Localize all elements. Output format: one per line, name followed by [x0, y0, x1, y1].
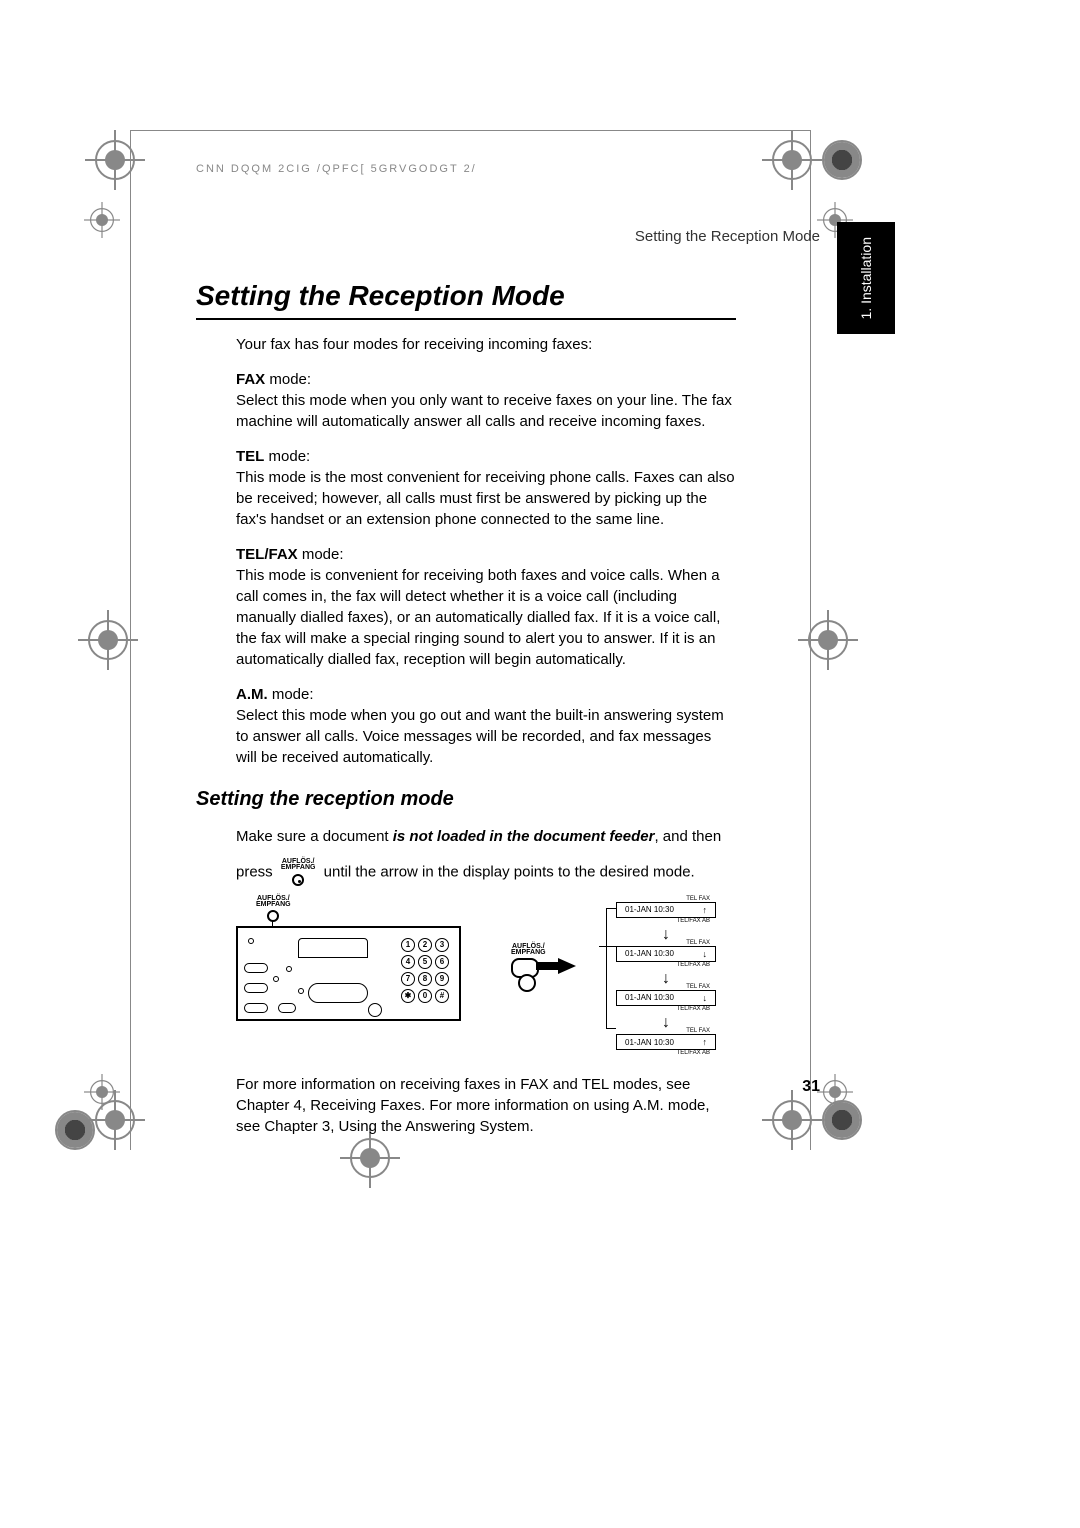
instruction: press AUFLÖS./ EMPFANG until the arrow i… [236, 859, 736, 886]
display-state: TEL FAX 01-JAN 10:30 ↓ TEL/FAX AB [616, 984, 716, 1012]
registration-mark [772, 140, 812, 180]
mode-desc: This mode is the most convenient for rec… [236, 469, 735, 528]
display-date: 01-JAN 10:30 [625, 905, 674, 914]
mode-desc: Select this mode when you only want to r… [236, 392, 732, 430]
button-label-icon: AUFLÖS./ EMPFANG [281, 859, 316, 886]
connector [599, 946, 616, 947]
arrow-right-icon [558, 958, 576, 974]
fax-device-icon: 1 2 3 4 5 6 7 8 9 ✱ 0 # [236, 926, 461, 1021]
key: 4 [401, 955, 415, 969]
am-mode: A.M. mode: Select this mode when you go … [236, 684, 736, 768]
registration-mark [90, 208, 114, 232]
btn-text-2: EMPFANG [281, 864, 316, 871]
registration-mark [808, 620, 848, 660]
registration-mark [90, 1080, 114, 1104]
instr-text: Make sure a document [236, 828, 393, 845]
display-arrow: ↓ [703, 949, 708, 959]
down-arrow-icon: ↓ [616, 1017, 716, 1028]
fax-mode: FAX mode: Select this mode when you only… [236, 369, 736, 432]
telfax-mode: TEL/FAX mode: This mode is convenient fo… [236, 544, 736, 670]
running-header: Setting the Reception Mode [635, 228, 820, 245]
registration-mark [88, 620, 128, 660]
section-tab-label: 1. Installation [858, 237, 874, 320]
btn-text-2: EMPFANG [256, 901, 291, 908]
mode-suffix: mode: [264, 448, 310, 465]
key: 1 [401, 938, 415, 952]
key: 3 [435, 938, 449, 952]
mode-suffix: mode: [268, 686, 314, 703]
display-bottom: TEL/FAX AB [616, 918, 716, 924]
header-code: CNN DQQM 2CIG /QPFC[ 5GRVGODGT 2/ [196, 163, 477, 175]
key: 0 [418, 989, 432, 1003]
mode-label: TEL [236, 448, 264, 465]
mode-suffix: mode: [298, 546, 344, 563]
registration-mark [823, 1080, 847, 1104]
registration-mark [772, 1100, 812, 1140]
instr-text: , and then [654, 828, 721, 845]
down-arrow-icon: ↓ [616, 973, 716, 984]
page-number: 31 [802, 1078, 820, 1096]
key: 8 [418, 972, 432, 986]
btn-text-2: EMPFANG [511, 949, 546, 956]
display-bottom: TEL/FAX AB [616, 1050, 716, 1056]
main-content: Setting the Reception Mode Your fax has … [196, 280, 736, 1137]
display-state: TEL FAX 01-JAN 10:30 ↑ TEL/FAX AB [616, 896, 716, 924]
registration-mark [95, 140, 135, 180]
tel-mode: TEL mode: This mode is the most convenie… [236, 446, 736, 530]
mode-suffix: mode: [265, 371, 311, 388]
connector [606, 1028, 616, 1029]
mode-desc: Select this mode when you go out and wan… [236, 707, 724, 766]
registration-mark [350, 1138, 390, 1178]
display-arrow: ↑ [703, 905, 708, 915]
key: 2 [418, 938, 432, 952]
registration-mark [822, 1100, 862, 1140]
down-arrow-icon: ↓ [616, 929, 716, 940]
registration-mark [55, 1110, 95, 1150]
key: 7 [401, 972, 415, 986]
crop-line [130, 130, 810, 131]
key: 5 [418, 955, 432, 969]
mode-desc: This mode is convenient for receiving bo… [236, 567, 720, 668]
connector [606, 908, 607, 1028]
key: 6 [435, 955, 449, 969]
diagram: AUFLÖS./ EMPFANG 1 2 3 [236, 896, 736, 1056]
document-page: CNN DQQM 2CIG /QPFC[ 5GRVGODGT 2/ Settin… [0, 0, 1080, 1528]
mode-label: TEL/FAX [236, 546, 298, 563]
main-heading: Setting the Reception Mode [196, 280, 736, 312]
registration-mark [822, 140, 862, 180]
mode-label: A.M. [236, 686, 268, 703]
display-state: TEL FAX 01-JAN 10:30 ↑ TEL/FAX AB [616, 1028, 716, 1056]
key: 9 [435, 972, 449, 986]
display-arrow: ↓ [703, 993, 708, 1003]
instr-text: press [236, 863, 273, 880]
key: # [435, 989, 449, 1003]
instr-emphasis: is not loaded in the document feeder [393, 828, 655, 845]
display-state: TEL FAX 01-JAN 10:30 ↓ TEL/FAX AB [616, 940, 716, 968]
key: ✱ [401, 989, 415, 1003]
mode-label: FAX [236, 371, 265, 388]
device-callout-label: AUFLÖS./ EMPFANG [256, 896, 291, 923]
sub-heading: Setting the reception mode [196, 788, 736, 811]
keypad-icon: 1 2 3 4 5 6 7 8 9 ✱ 0 # [401, 938, 449, 1003]
heading-rule [196, 318, 736, 320]
display-date: 01-JAN 10:30 [625, 1038, 674, 1047]
display-date: 01-JAN 10:30 [625, 949, 674, 958]
display-sequence: TEL FAX 01-JAN 10:30 ↑ TEL/FAX AB ↓ TEL … [616, 896, 716, 1062]
footer-body: For more information on receiving faxes … [236, 1074, 736, 1137]
section-tab: 1. Installation [837, 222, 895, 334]
display-bottom: TEL/FAX AB [616, 1006, 716, 1012]
intro-text: Your fax has four modes for receiving in… [236, 334, 736, 355]
display-arrow: ↑ [703, 1037, 708, 1047]
instr-text: until the arrow in the display points to… [324, 863, 695, 880]
instruction: Make sure a document is not loaded in th… [236, 825, 736, 849]
connector [606, 908, 616, 909]
display-date: 01-JAN 10:30 [625, 993, 674, 1002]
display-bottom: TEL/FAX AB [616, 962, 716, 968]
